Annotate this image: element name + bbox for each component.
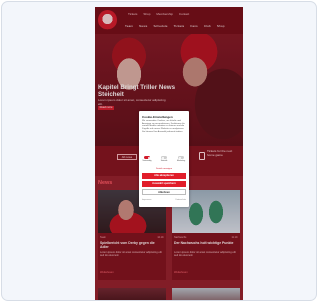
imprint-link[interactable]: Impressum — [142, 199, 151, 201]
toggle-switch[interactable] — [161, 156, 167, 159]
mobile-page-preview: Tickets Shop Membership Contact Team New… — [95, 7, 243, 300]
privacy-link[interactable]: Datenschutz — [175, 199, 186, 201]
toggle-switch[interactable] — [178, 156, 184, 159]
consent-toggle-marketing[interactable]: Marketing — [176, 156, 186, 166]
toggle-label: Statistik — [160, 160, 168, 162]
consent-details-link[interactable]: Details anzeigen — [142, 168, 186, 170]
reject-button[interactable]: Ablehnen — [142, 189, 186, 195]
toggle-label: Notwendig — [142, 160, 152, 162]
toggle-label: Marketing — [176, 160, 186, 162]
toggle-switch[interactable] — [144, 156, 150, 159]
consent-toggle-necessary[interactable]: Notwendig — [142, 156, 152, 166]
consent-footer: Impressum Datenschutz — [142, 199, 186, 201]
consent-toggles: Notwendig Statistik Marketing — [142, 156, 186, 166]
cookie-consent-dialog: Cookie-Einstellungen Wir verwenden Cooki… — [139, 111, 189, 207]
accept-all-button[interactable]: Alle akzeptieren — [142, 173, 186, 179]
consent-body: Wir verwenden Cookies, um Inhalte und An… — [142, 120, 185, 133]
consent-title: Cookie-Einstellungen — [142, 115, 173, 119]
save-selection-button[interactable]: Auswahl speichern — [142, 181, 186, 187]
preview-card: Tickets Shop Membership Contact Team New… — [1, 1, 317, 301]
consent-toggle-statistics[interactable]: Statistik — [159, 156, 169, 166]
